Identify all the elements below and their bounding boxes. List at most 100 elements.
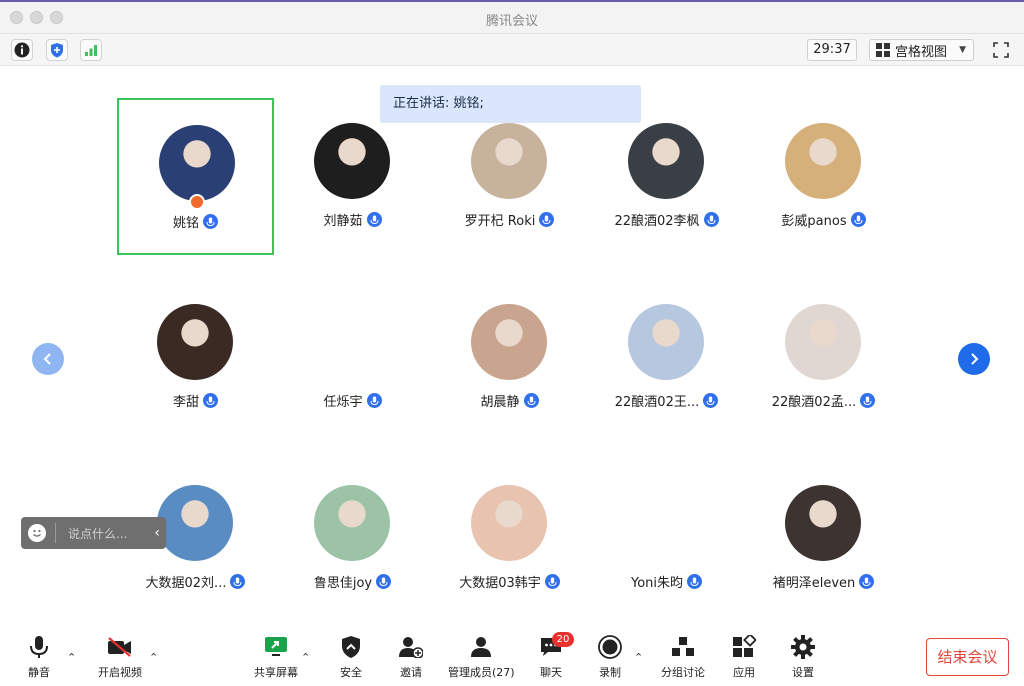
participant-name: 22酿酒02王...: [614, 395, 700, 410]
chat-label: 聊天: [540, 666, 562, 679]
microphone-icon: [539, 212, 555, 227]
avatar: [628, 485, 704, 561]
video-off-icon: [107, 634, 133, 660]
view-mode-select[interactable]: 宫格视图 ▼: [869, 39, 974, 61]
start-video-button[interactable]: 开启视频: [98, 634, 142, 680]
chevron-left-icon: [43, 353, 51, 365]
host-badge-icon: [189, 194, 205, 210]
participant-tile[interactable]: 任烁宇: [274, 279, 431, 436]
members-icon: [468, 634, 494, 660]
chat-unread-badge: 20: [552, 632, 574, 647]
participant-name-row: 鲁思佳joy: [274, 572, 431, 591]
microphone-icon: [230, 574, 246, 589]
participant-tile[interactable]: Yoni朱昀: [588, 460, 745, 617]
meeting-timer: 29:37: [807, 39, 857, 61]
participant-name: 大数据03韩宇: [459, 576, 541, 591]
chat-input-placeholder[interactable]: 说点什么...: [68, 525, 127, 542]
manage-members-label: 管理成员(27): [448, 666, 515, 679]
participant-name-row: 罗开杞 Roki: [431, 210, 588, 229]
participant-tile[interactable]: 罗开杞 Roki: [431, 98, 588, 255]
add-user-icon: [398, 634, 424, 660]
participant-tile[interactable]: 大数据03韩宇: [431, 460, 588, 617]
microphone-icon: [203, 214, 218, 229]
prev-page-button[interactable]: [32, 343, 64, 375]
participant-name: 大数据02刘...: [145, 576, 227, 591]
invite-button[interactable]: 邀请: [398, 634, 424, 680]
shield-icon[interactable]: [46, 39, 68, 61]
record-icon: [597, 634, 623, 660]
apps-button[interactable]: 应用: [731, 634, 757, 680]
divider: [55, 523, 56, 543]
mute-button[interactable]: 静音: [26, 634, 52, 680]
chevron-up-icon[interactable]: ⌃: [634, 651, 643, 664]
avatar: [628, 304, 704, 380]
security-button[interactable]: 安全: [338, 634, 364, 680]
participant-tile[interactable]: 胡晨静: [431, 279, 588, 436]
manage-members-button[interactable]: 管理成员(27): [448, 634, 515, 680]
participant-tile[interactable]: 褚明泽eleven: [745, 460, 902, 617]
avatar: [314, 123, 390, 199]
share-screen-button[interactable]: 共享屏幕: [254, 634, 298, 680]
participant-tile[interactable]: 刘静茹: [274, 98, 431, 255]
quick-chat-box[interactable]: 说点什么... ‹: [21, 517, 166, 549]
participant-tile[interactable]: 22酿酒02孟...: [745, 279, 902, 436]
microphone-icon: [703, 393, 719, 408]
participant-name-row: 22酿酒02孟...: [745, 391, 902, 410]
participant-name: 姚铭: [172, 216, 199, 231]
view-mode-label: 宫格视图: [895, 44, 948, 60]
participant-name: 李甜: [172, 395, 199, 410]
participant-name: 胡晨静: [480, 395, 520, 410]
avatar: [314, 485, 390, 561]
chevron-up-icon[interactable]: ⌃: [301, 651, 310, 664]
participant-name: 22酿酒02李枫: [614, 214, 700, 229]
bottom-toolbar: 静音 ⌃ 开启视频 ⌃ 共享屏幕 ⌃ 安全 邀请 管理成员(27) 聊天 录制 …: [0, 624, 1024, 686]
fullscreen-icon[interactable]: [990, 39, 1012, 61]
signal-icon[interactable]: [80, 39, 102, 61]
participant-tile[interactable]: 彭威panos: [745, 98, 902, 255]
breakout-label: 分组讨论: [661, 666, 705, 679]
participant-tile[interactable]: 姚铭: [117, 98, 274, 255]
participant-name: 褚明泽eleven: [772, 576, 856, 591]
breakout-rooms-button[interactable]: 分组讨论: [661, 634, 705, 680]
participant-name-row: 姚铭: [119, 212, 272, 231]
chevron-left-icon[interactable]: ‹: [154, 525, 160, 541]
gear-icon: [790, 634, 816, 660]
chevron-down-icon: ▼: [959, 45, 966, 55]
chevron-up-icon[interactable]: ⌃: [149, 651, 158, 664]
record-button[interactable]: 录制: [597, 634, 623, 680]
chevron-up-icon[interactable]: ⌃: [67, 651, 76, 664]
grid-view-icon: [876, 43, 890, 57]
avatar: [157, 304, 233, 380]
apps-label: 应用: [733, 666, 755, 679]
participant-tile[interactable]: 鲁思佳joy: [274, 460, 431, 617]
meeting-window: 腾讯会议 29:37 宫格视图 ▼ 正在讲话: 姚铭; 姚铭 刘静茹 罗开杞 Rok…: [0, 0, 1024, 686]
end-meeting-button[interactable]: 结束会议: [926, 638, 1009, 676]
record-label: 录制: [599, 666, 621, 679]
mute-label: 静音: [28, 666, 50, 679]
avatar: [471, 485, 547, 561]
microphone-icon: [860, 393, 876, 408]
participant-tile[interactable]: 22酿酒02李枫: [588, 98, 745, 255]
participant-name: 任烁宇: [323, 395, 363, 410]
microphone-icon: [366, 212, 382, 227]
avatar: [785, 485, 861, 561]
participant-name-row: Yoni朱昀: [588, 572, 745, 591]
participant-name-row: 刘静茹: [274, 210, 431, 229]
microphone-icon: [703, 212, 719, 227]
participant-tile[interactable]: 22酿酒02王...: [588, 279, 745, 436]
settings-label: 设置: [792, 666, 814, 679]
participant-name-row: 大数据02刘...: [117, 572, 274, 591]
participant-name: 彭威panos: [781, 214, 847, 229]
settings-button[interactable]: 设置: [790, 634, 816, 680]
info-icon[interactable]: [11, 39, 33, 61]
participant-name: 22酿酒02孟...: [771, 395, 857, 410]
avatar: [471, 123, 547, 199]
apps-icon: [731, 634, 757, 660]
avatar: [471, 304, 547, 380]
security-label: 安全: [340, 666, 362, 679]
next-page-button[interactable]: [958, 343, 990, 375]
avatar: [628, 123, 704, 199]
participant-name-row: 22酿酒02王...: [588, 391, 745, 410]
participant-tile[interactable]: 李甜: [117, 279, 274, 436]
smile-icon[interactable]: [28, 524, 46, 542]
